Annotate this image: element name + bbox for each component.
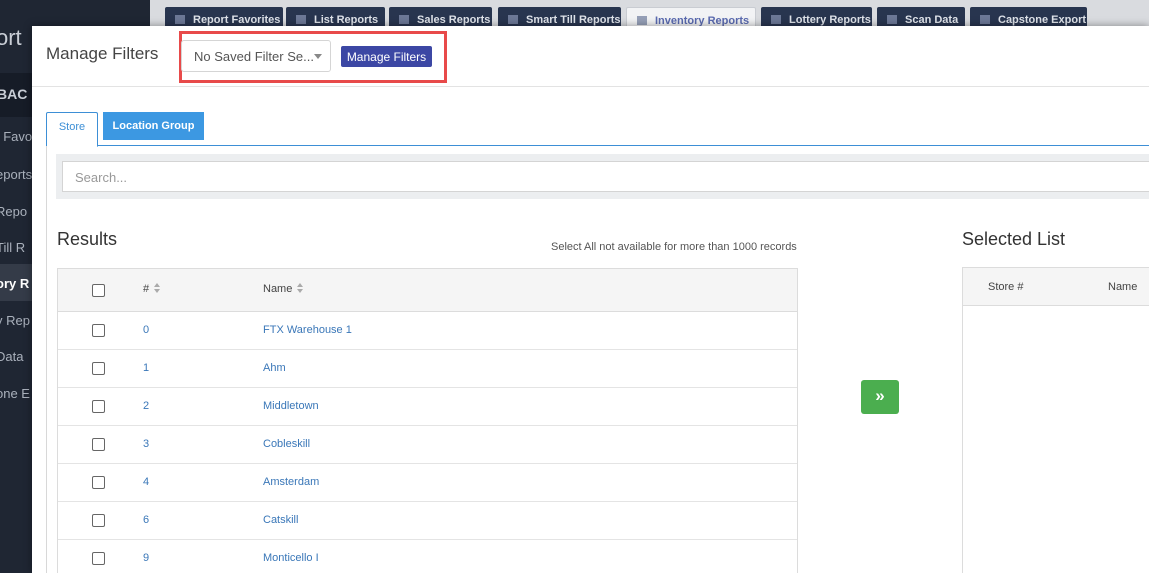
selected-list-header: Store # Name [963, 268, 1149, 306]
row-checkbox[interactable] [92, 476, 105, 489]
report-tab-bar: Report Favorites List Reports Sales Repo… [150, 0, 1149, 29]
store-name[interactable]: Monticello I [263, 552, 319, 564]
selected-list-table: Store # Name [962, 267, 1149, 573]
sidebar-item-lottery-reports[interactable]: y Rep [0, 313, 30, 328]
tab-location-group[interactable]: Location Group [103, 112, 204, 140]
favorites-icon [175, 15, 185, 24]
chart-icon [508, 15, 518, 24]
store-name[interactable]: Ahm [263, 362, 286, 374]
store-number[interactable]: 1 [143, 362, 149, 374]
modal-title: Manage Filters [46, 44, 159, 63]
sidebar-item-inventory-reports[interactable]: ory R [0, 276, 29, 291]
store-number[interactable]: 6 [143, 514, 149, 526]
store-name[interactable]: Catskill [263, 514, 298, 526]
grid-icon [637, 16, 647, 25]
tab-store[interactable]: Store [46, 112, 98, 147]
manage-filters-button[interactable]: Manage Filters [341, 46, 432, 67]
store-number[interactable]: 2 [143, 400, 149, 412]
store-name[interactable]: FTX Warehouse 1 [263, 324, 352, 336]
search-input[interactable]: Search... [62, 161, 1149, 192]
table-row[interactable]: 4 Amsterdam [58, 464, 797, 502]
manage-filters-modal: Manage Filters No Saved Filter Se... Man… [32, 26, 1149, 573]
chart-icon [296, 15, 306, 24]
store-number[interactable]: 3 [143, 438, 149, 450]
table-row[interactable]: 6 Catskill [58, 502, 797, 540]
sort-icon [154, 283, 161, 293]
search-bar: Search... [56, 154, 1149, 199]
store-number[interactable]: 9 [143, 552, 149, 564]
store-name[interactable]: Cobleskill [263, 438, 310, 450]
saved-filter-select[interactable]: No Saved Filter Se... [181, 40, 331, 72]
sidebar-item-scan-data[interactable]: Data [0, 349, 23, 364]
selected-list-title: Selected List [962, 229, 1066, 249]
column-header-name[interactable]: Name [263, 283, 304, 295]
store-number[interactable]: 0 [143, 324, 149, 336]
results-table-header: # Name [58, 269, 797, 312]
list-icon [887, 15, 897, 24]
sort-icon [297, 283, 304, 293]
row-checkbox[interactable] [92, 514, 105, 527]
sidebar-item-capstone-export[interactable]: one E [0, 386, 30, 401]
table-row[interactable]: 0 FTX Warehouse 1 [58, 312, 797, 350]
row-checkbox[interactable] [92, 438, 105, 451]
sidebar-item-smart-till-reports[interactable]: Till R [0, 240, 25, 255]
select-all-note: Select All not available for more than 1… [551, 241, 797, 253]
sidebar-item-sales-reports[interactable]: Repo [0, 204, 27, 219]
store-name[interactable]: Amsterdam [263, 476, 319, 488]
add-to-selected-button[interactable]: » [861, 380, 899, 414]
results-title: Results [57, 229, 118, 249]
table-row[interactable]: 2 Middletown [58, 388, 797, 426]
column-header-name[interactable]: Name [1108, 281, 1137, 293]
row-checkbox[interactable] [92, 400, 105, 413]
column-header-store-number[interactable]: Store # [988, 281, 1023, 293]
chart-icon [399, 15, 409, 24]
row-checkbox[interactable] [92, 362, 105, 375]
store-number[interactable]: 4 [143, 476, 149, 488]
row-checkbox[interactable] [92, 324, 105, 337]
select-all-checkbox[interactable] [92, 284, 105, 297]
table-row[interactable]: 3 Cobleskill [58, 426, 797, 464]
app-brand: ort [0, 25, 22, 50]
panel-border [46, 146, 47, 573]
column-header-number[interactable]: # [143, 283, 161, 295]
table-row[interactable]: 1 Ahm [58, 350, 797, 388]
sidebar-item-list-reports[interactable]: eports [0, 167, 32, 182]
results-table: # Name 0 FTX Warehouse 1 1 Ahm 2 Middlet… [57, 268, 798, 573]
users-icon [980, 15, 990, 24]
row-checkbox[interactable] [92, 552, 105, 565]
ticket-icon [771, 15, 781, 24]
caret-down-icon [314, 54, 322, 59]
sidebar-item-report-favorites[interactable]: t Favo [0, 129, 32, 144]
modal-header: Manage Filters No Saved Filter Se... Man… [32, 26, 1149, 87]
store-name[interactable]: Middletown [263, 400, 319, 412]
table-row[interactable]: 9 Monticello I [58, 540, 797, 573]
filter-tabs: Store Location Group [46, 112, 1149, 147]
